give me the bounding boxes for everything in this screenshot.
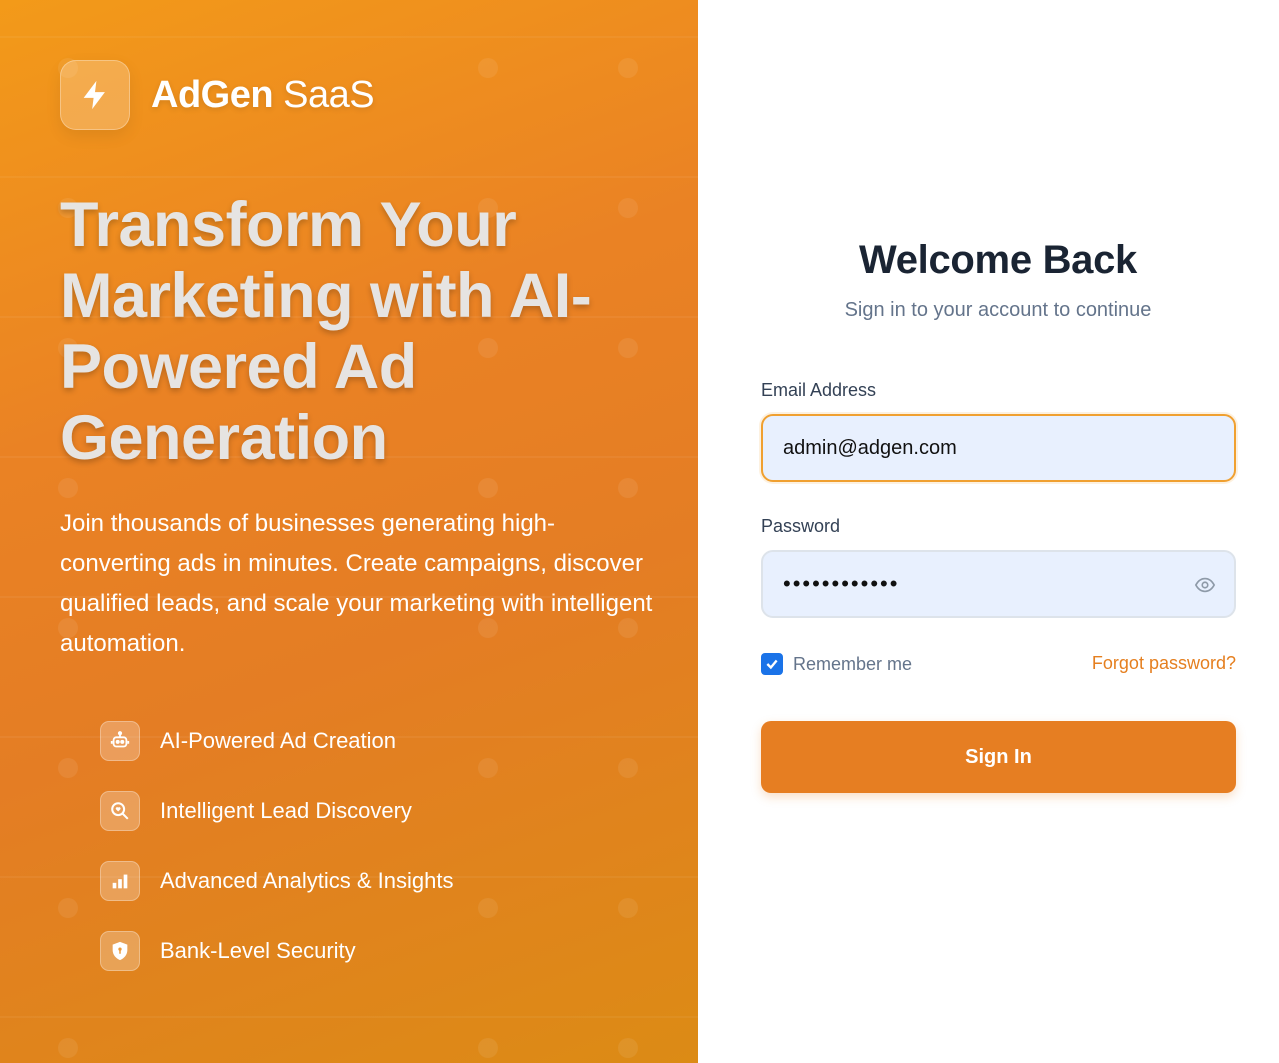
pattern-dot	[618, 478, 638, 498]
shield-icon	[100, 931, 140, 971]
remember-me: Remember me	[761, 653, 912, 675]
pattern-line	[0, 36, 698, 38]
feature-item: Advanced Analytics & Insights	[100, 861, 454, 901]
pattern-dot	[58, 898, 78, 918]
brand-name: AdGen SaaS	[151, 73, 375, 117]
robot-icon	[100, 721, 140, 761]
sign-in-button[interactable]: Sign In	[761, 721, 1236, 793]
brand-name-bold: AdGen	[151, 73, 274, 116]
eye-icon[interactable]	[1194, 574, 1216, 601]
forgot-password-link[interactable]: Forgot password?	[1092, 653, 1236, 674]
email-field[interactable]	[783, 436, 1214, 460]
bar-chart-icon	[100, 861, 140, 901]
login-panel: Welcome Back Sign in to your account to …	[698, 0, 1279, 1063]
login-title: Welcome Back	[858, 238, 1138, 282]
password-field-wrapper	[761, 550, 1236, 618]
remember-checkbox[interactable]	[761, 653, 783, 675]
lightning-bolt-icon	[60, 60, 130, 130]
pattern-dot	[478, 58, 498, 78]
password-field[interactable]	[783, 571, 1214, 597]
pattern-dot	[58, 758, 78, 778]
login-subtitle: Sign in to your account to continue	[844, 299, 1152, 321]
pattern-dot	[618, 58, 638, 78]
pattern-dot	[478, 898, 498, 918]
feature-label: AI-Powered Ad Creation	[160, 728, 397, 753]
feature-item: Bank-Level Security	[100, 931, 454, 971]
pattern-dot	[478, 758, 498, 778]
feature-item: Intelligent Lead Discovery	[100, 791, 454, 831]
password-label: Password	[761, 516, 841, 536]
brand: AdGen SaaS	[60, 60, 375, 130]
feature-list: AI-Powered Ad Creation Intelligent Lead …	[100, 721, 454, 1001]
pattern-dot	[58, 1038, 78, 1058]
pattern-dot	[618, 898, 638, 918]
pattern-dot	[618, 1038, 638, 1058]
pattern-dot	[478, 478, 498, 498]
pattern-line	[0, 176, 698, 178]
pattern-dot	[618, 758, 638, 778]
hero-panel: AdGen SaaS Transform Your Marketing with…	[0, 0, 698, 1063]
feature-item: AI-Powered Ad Creation	[100, 721, 454, 761]
pattern-dot	[58, 478, 78, 498]
search-heart-icon	[100, 791, 140, 831]
brand-name-light: SaaS	[283, 73, 375, 116]
feature-label: Advanced Analytics & Insights	[160, 868, 454, 893]
feature-label: Intelligent Lead Discovery	[160, 798, 412, 823]
pattern-dot	[478, 1038, 498, 1058]
pattern-line	[0, 1016, 698, 1018]
remember-label: Remember me	[793, 653, 913, 674]
feature-label: Bank-Level Security	[160, 938, 356, 963]
email-label: Email Address	[761, 380, 877, 400]
email-field-wrapper	[761, 414, 1236, 482]
hero-description: Join thousands of businesses generating …	[60, 510, 653, 657]
hero-title: Transform Your Marketing with AI-Powered…	[60, 190, 592, 473]
